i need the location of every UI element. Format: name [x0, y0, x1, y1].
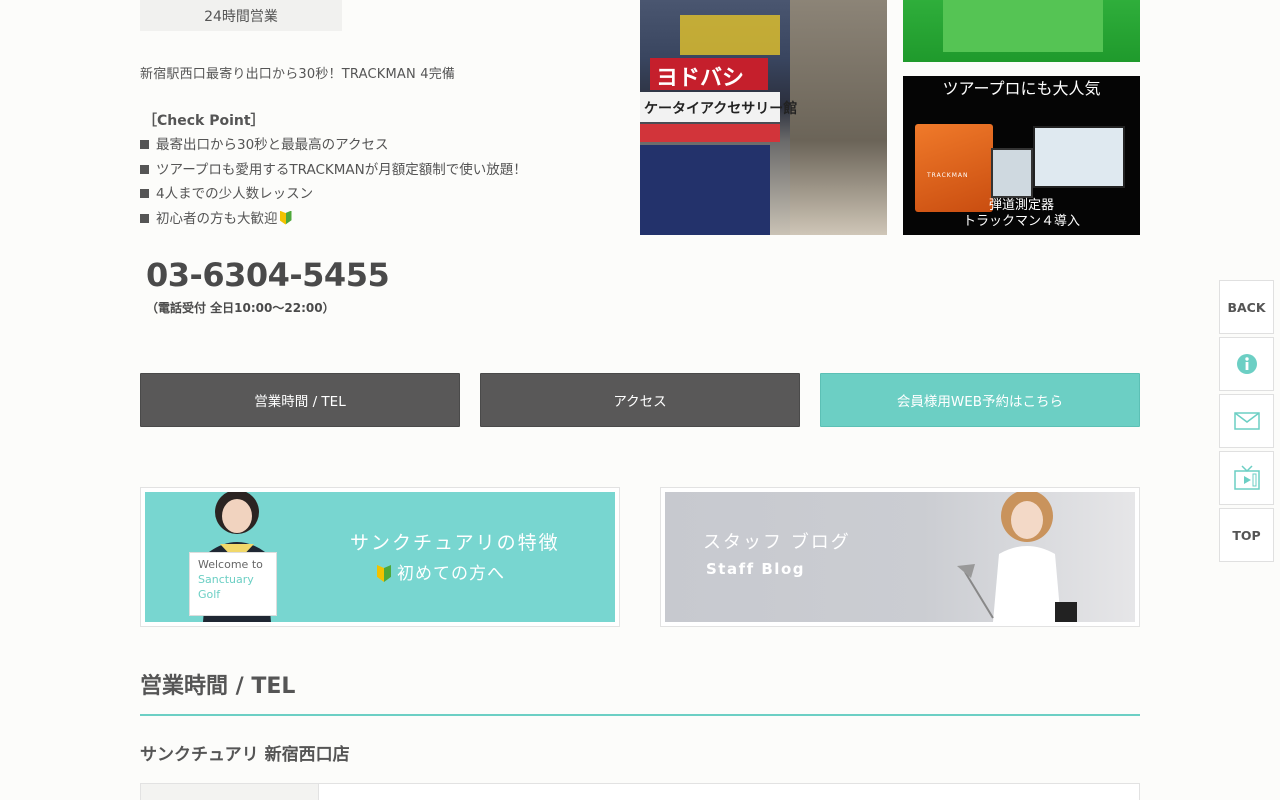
mail-button[interactable]: [1219, 394, 1274, 448]
beginner-mark-icon: [377, 565, 391, 582]
back-button[interactable]: BACK: [1219, 280, 1274, 334]
hours-table: [140, 783, 1140, 800]
shop-name: サンクチュアリ 新宿西口店: [140, 745, 350, 765]
phone-hours-note: （電話受付 全日10:00～22:00）: [146, 301, 335, 315]
trackman-photo: ツアープロにも大人気 TRACKMAN 弾道測定器 トラックマン４導入: [903, 76, 1140, 235]
table-header-cell: [141, 784, 319, 800]
checkpoint-list: 最寄出口から30秒と最最高のアクセス ツアープロも愛用するTRACKMANが月額…: [140, 135, 527, 233]
phone-number[interactable]: 03-6304-5455: [146, 256, 390, 294]
store-front-photo: ヨドバシ ケータイアクセサリー館: [640, 0, 887, 235]
bullet-square-icon: [140, 189, 149, 198]
store-sign-subtext: ケータイアクセサリー館: [644, 101, 798, 117]
staff-woman-photo: [957, 492, 1077, 622]
feature-banner[interactable]: Welcome to Sanctuary Golf サンクチュアリの特徴 初めて…: [140, 487, 620, 627]
section-title-hours-tel: 営業時間 / TEL: [140, 674, 296, 699]
video-button[interactable]: [1219, 451, 1274, 505]
list-item: 初心者の方も大歓迎: [140, 209, 527, 234]
beginner-mark-icon: [279, 210, 292, 225]
hours-tel-button[interactable]: 営業時間 / TEL: [140, 373, 460, 427]
bullet-square-icon: [140, 213, 149, 223]
checkpoint-title: ［Check Point］: [143, 113, 265, 129]
list-item: 4人までの少人数レッスン: [140, 184, 527, 209]
trackman-caption: 弾道測定器 トラックマン４導入: [962, 198, 1080, 229]
list-item: 最寄出口から30秒と最最高のアクセス: [140, 135, 527, 160]
blog-banner-title: スタッフ ブログ: [703, 532, 851, 553]
feature-banner-title: サンクチュアリの特徴: [350, 532, 560, 554]
list-item: ツアープロも愛用するTRACKMANが月額定額制で使い放題！: [140, 160, 527, 185]
mail-icon: [1233, 412, 1260, 430]
access-button[interactable]: アクセス: [480, 373, 800, 427]
tagline: 新宿駅西口最寄り出口から30秒！TRACKMAN 4完備: [140, 67, 456, 82]
section-divider: [140, 714, 1140, 716]
bullet-square-icon: [140, 164, 149, 174]
driving-range-photo: [903, 0, 1140, 62]
bullet-square-icon: [140, 140, 149, 149]
blog-banner-subtitle: Staff Blog: [706, 560, 805, 578]
tablet-image: [991, 148, 1033, 198]
trackman-headline: ツアープロにも大人気: [942, 79, 1101, 98]
hours-badge: 24時間営業: [140, 0, 342, 31]
staff-blog-banner[interactable]: スタッフ ブログ Staff Blog: [660, 487, 1140, 627]
store-sign-text: ヨドバシ: [656, 66, 745, 91]
info-button[interactable]: [1219, 337, 1274, 391]
welcome-sign: Welcome to Sanctuary Golf: [189, 552, 277, 616]
info-icon: [1236, 354, 1257, 374]
monitor-image: [1033, 126, 1125, 188]
tv-icon: [1233, 465, 1260, 490]
web-reservation-button[interactable]: 会員様用WEB予約はこちら: [820, 373, 1140, 427]
feature-banner-subtitle: 初めての方へ: [377, 559, 505, 584]
top-button[interactable]: TOP: [1219, 508, 1274, 562]
